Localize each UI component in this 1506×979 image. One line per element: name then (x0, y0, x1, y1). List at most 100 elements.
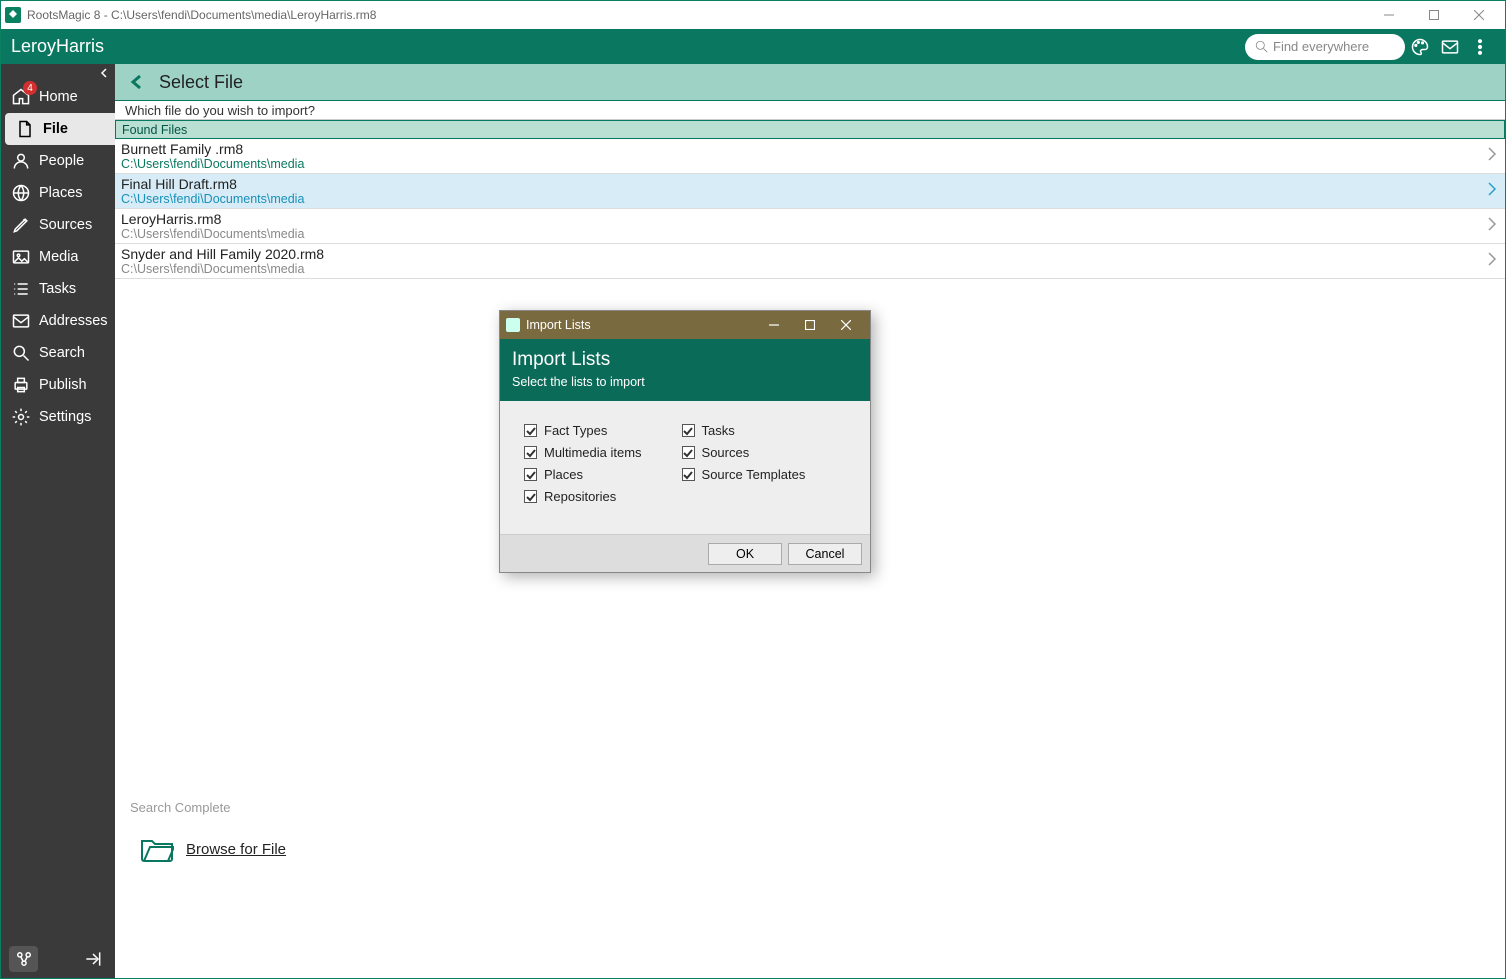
file-name: LeroyHarris.rm8 (121, 211, 1487, 227)
checkbox-places[interactable]: Places (524, 467, 642, 482)
file-icon (14, 118, 36, 140)
app-header: LeroyHarris Find everywhere (1, 29, 1505, 64)
file-name: Snyder and Hill Family 2020.rm8 (121, 246, 1487, 262)
ok-button[interactable]: OK (708, 543, 782, 565)
search-status: Search Complete (130, 800, 230, 815)
checkbox-multimedia-items[interactable]: Multimedia items (524, 445, 642, 460)
window-close-button[interactable] (1456, 1, 1501, 29)
checkbox-label: Multimedia items (544, 445, 642, 460)
sidebar-item-places[interactable]: Places (1, 177, 115, 209)
checkbox-tasks[interactable]: Tasks (682, 423, 806, 438)
sidebar-item-tasks[interactable]: Tasks (1, 273, 115, 305)
window-title: RootsMagic 8 - C:\Users\fendi\Documents\… (27, 8, 1366, 22)
file-row[interactable]: Snyder and Hill Family 2020.rm8C:\Users\… (115, 244, 1505, 279)
sidebar-item-home[interactable]: Home4 (1, 81, 115, 113)
search-icon (10, 342, 32, 364)
gear-icon (10, 406, 32, 428)
chevron-right-icon (1487, 147, 1497, 166)
checkbox-source-templates[interactable]: Source Templates (682, 467, 806, 482)
sidebar-item-label: Tasks (39, 281, 76, 297)
sidebar-item-settings[interactable]: Settings (1, 401, 115, 433)
dialog-titlebar: Import Lists (500, 311, 870, 339)
sidebar-item-label: Media (39, 249, 79, 265)
checkbox-icon (682, 446, 695, 459)
file-row[interactable]: LeroyHarris.rm8C:\Users\fendi\Documents\… (115, 209, 1505, 244)
file-list: Burnett Family .rm8C:\Users\fendi\Docume… (115, 139, 1505, 279)
import-prompt: Which file do you wish to import? (115, 101, 1505, 120)
window-minimize-button[interactable] (1366, 1, 1411, 29)
checkbox-repositories[interactable]: Repositories (524, 489, 642, 504)
checkbox-icon (524, 468, 537, 481)
sidebar-item-label: Places (39, 185, 83, 201)
mail-icon (10, 310, 32, 332)
file-path: C:\Users\fendi\Documents\media (121, 157, 1487, 171)
dialog-close-button[interactable] (828, 311, 864, 339)
found-files-header: Found Files (115, 120, 1505, 139)
global-search-input[interactable]: Find everywhere (1245, 34, 1405, 60)
sidebar-item-label: Home (39, 89, 78, 105)
sidebar-item-addresses[interactable]: Addresses (1, 305, 115, 337)
page-title: Select File (159, 72, 243, 93)
sidebar-badge: 4 (23, 81, 37, 95)
sidebar-item-media[interactable]: Media (1, 241, 115, 273)
checkbox-icon (524, 490, 537, 503)
checkbox-sources[interactable]: Sources (682, 445, 806, 460)
dialog-header: Import Lists Select the lists to import (500, 339, 870, 401)
checkbox-label: Tasks (702, 423, 735, 438)
window-maximize-button[interactable] (1411, 1, 1456, 29)
window-titlebar: RootsMagic 8 - C:\Users\fendi\Documents\… (1, 1, 1505, 29)
chevron-right-icon (1487, 252, 1497, 271)
sidebar-item-sources[interactable]: Sources (1, 209, 115, 241)
cancel-button[interactable]: Cancel (788, 543, 862, 565)
file-name: Burnett Family .rm8 (121, 141, 1487, 157)
import-lists-dialog: Import Lists Import Lists Select the lis… (499, 310, 871, 573)
checkbox-icon (524, 424, 537, 437)
checkbox-label: Source Templates (702, 467, 806, 482)
page-header: Select File (115, 64, 1505, 101)
database-name: LeroyHarris (11, 36, 104, 57)
file-row[interactable]: Final Hill Draft.rm8C:\Users\fendi\Docum… (115, 174, 1505, 209)
checkbox-icon (682, 468, 695, 481)
tree-hints-icon[interactable] (9, 946, 38, 972)
sidebar-item-search[interactable]: Search (1, 337, 115, 369)
sidebar-item-label: File (43, 121, 68, 137)
sidebar-item-publish[interactable]: Publish (1, 369, 115, 401)
checkbox-icon (524, 446, 537, 459)
sidebar-item-label: People (39, 153, 84, 169)
palette-icon[interactable] (1405, 37, 1435, 57)
checkbox-label: Fact Types (544, 423, 607, 438)
dialog-maximize-button[interactable] (792, 311, 828, 339)
checkbox-fact-types[interactable]: Fact Types (524, 423, 642, 438)
chevron-right-icon (1487, 182, 1497, 201)
kebab-menu-icon[interactable] (1465, 37, 1495, 57)
sidebar-item-file[interactable]: File (5, 113, 115, 145)
dialog-minimize-button[interactable] (756, 311, 792, 339)
file-row[interactable]: Burnett Family .rm8C:\Users\fendi\Docume… (115, 139, 1505, 174)
checkbox-icon (682, 424, 695, 437)
browse-for-file-button[interactable]: Browse for File (140, 835, 286, 863)
dialog-app-icon (506, 318, 520, 332)
sidebar: Home4 File People Places Sources Media Tasks Ad… (1, 64, 115, 978)
file-path: C:\Users\fendi\Documents\media (121, 192, 1487, 206)
sidebar-item-label: Search (39, 345, 85, 361)
sidebar-expand-icon[interactable] (78, 946, 107, 972)
image-icon (10, 246, 32, 268)
sidebar-item-people[interactable]: People (1, 145, 115, 177)
print-icon (10, 374, 32, 396)
search-placeholder: Find everywhere (1273, 39, 1369, 54)
file-path: C:\Users\fendi\Documents\media (121, 227, 1487, 241)
people-icon (10, 150, 32, 172)
sidebar-item-label: Publish (39, 377, 87, 393)
app-icon (5, 7, 21, 23)
dialog-titlebar-text: Import Lists (526, 318, 591, 332)
back-button[interactable] (125, 70, 149, 94)
checkbox-label: Places (544, 467, 583, 482)
list-icon (10, 278, 32, 300)
sidebar-item-label: Settings (39, 409, 91, 425)
dialog-title: Import Lists (512, 349, 858, 371)
pen-icon (10, 214, 32, 236)
sidebar-item-label: Sources (39, 217, 92, 233)
mail-icon[interactable] (1435, 37, 1465, 57)
sidebar-collapse-button[interactable] (1, 64, 115, 81)
chevron-right-icon (1487, 217, 1497, 236)
